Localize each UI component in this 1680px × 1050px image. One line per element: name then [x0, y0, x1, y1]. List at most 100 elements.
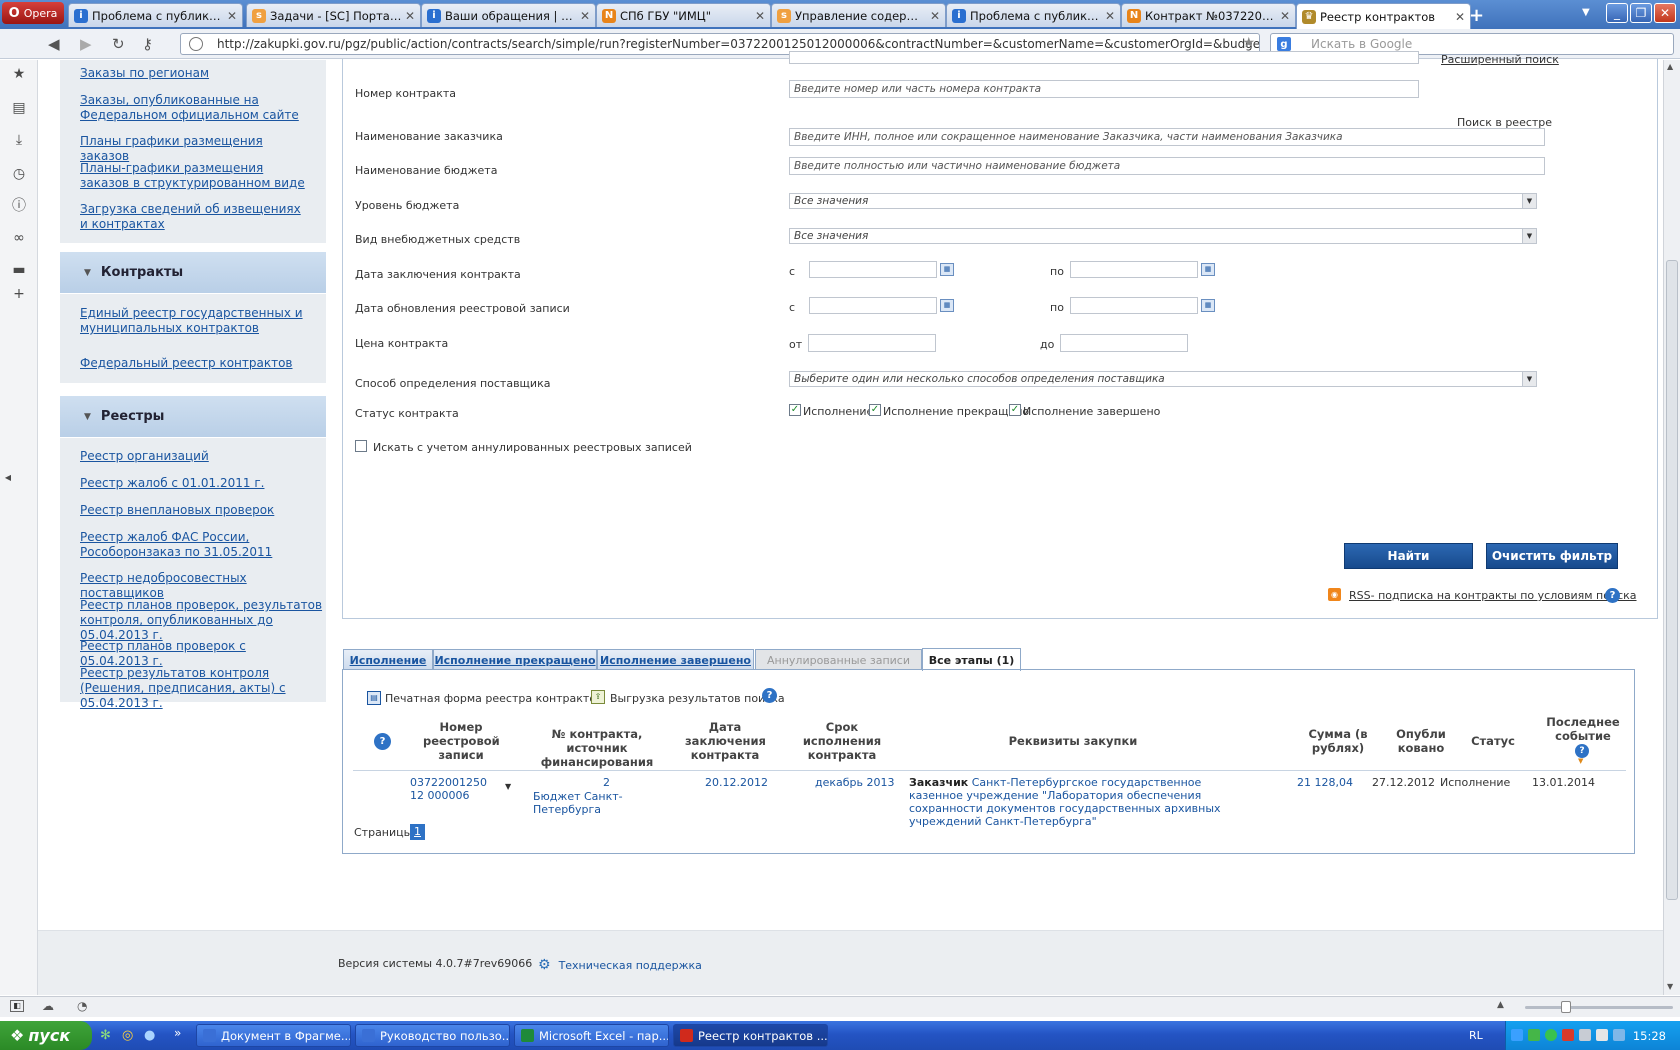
- tab-menu-icon[interactable]: ▼: [1582, 7, 1590, 18]
- zoom-slider[interactable]: [1525, 1006, 1673, 1009]
- price-to-input[interactable]: [1060, 334, 1188, 352]
- tech-support-link[interactable]: Техническая поддержка: [559, 959, 702, 972]
- row-funding-source[interactable]: Бюджет Санкт-Петербурга: [533, 790, 673, 816]
- tab-close-icon[interactable]: ✕: [930, 9, 940, 23]
- dropdown-arrow-icon[interactable]: ▼: [1522, 229, 1536, 243]
- contract-date-to-input[interactable]: [1070, 261, 1198, 278]
- start-button[interactable]: ❖ пуск: [0, 1021, 92, 1050]
- annulled-records-checkbox[interactable]: [355, 440, 367, 452]
- add-panel-icon[interactable]: +: [11, 286, 27, 302]
- supplier-method-select[interactable]: Выберите один или несколько способов опр…: [789, 371, 1537, 387]
- taskbar-task-button[interactable]: Документ в Фрагме...: [196, 1024, 351, 1047]
- downloads-icon[interactable]: ⤓: [11, 132, 27, 148]
- turbo-cloud-icon[interactable]: ☁: [42, 999, 54, 1013]
- info-icon[interactable]: ⓘ: [11, 198, 27, 214]
- col-header-status[interactable]: Статус: [1458, 734, 1528, 748]
- sidebar-link-unscheduled-checks[interactable]: Реестр внеплановых проверок: [60, 503, 294, 518]
- row-contract-date[interactable]: 20.12.2012: [705, 776, 768, 789]
- zoom-slider-handle[interactable]: [1561, 1001, 1571, 1013]
- quicklaunch-more-icon[interactable]: »: [174, 1026, 181, 1040]
- sidebar-link-upload-notices[interactable]: Загрузка сведений об извещениях и контра…: [60, 202, 326, 232]
- browser-tab[interactable]: ♛ Реестр контрактов ✕: [1296, 3, 1471, 29]
- language-indicator[interactable]: RL: [1469, 1029, 1483, 1042]
- panel-toggle-icon[interactable]: ◧: [10, 1000, 24, 1012]
- quicklaunch-app-icon[interactable]: ✻: [100, 1028, 111, 1043]
- sort-desc-icon[interactable]: ▼: [1578, 757, 1583, 765]
- calendar-icon[interactable]: ▦: [1201, 263, 1215, 276]
- bookmark-star-icon[interactable]: ★: [1242, 35, 1255, 51]
- chrome-icon[interactable]: ◎: [122, 1028, 133, 1043]
- update-date-from-input[interactable]: [809, 297, 937, 314]
- sidebar-link-inspection-plans-old[interactable]: Реестр планов проверок, результатов конт…: [60, 598, 326, 643]
- print-icon[interactable]: ▤: [367, 691, 381, 705]
- forward-icon[interactable]: ▶: [80, 35, 92, 53]
- sidebar-link-structured-plans[interactable]: Планы-графики размещения заказов в струк…: [60, 161, 326, 191]
- export-results-link[interactable]: Выгрузка результатов поиска: [610, 692, 785, 705]
- ie-icon[interactable]: ●: [144, 1028, 155, 1043]
- sidebar-link-orders-federal[interactable]: Заказы, опубликованные на Федеральном оф…: [60, 93, 326, 123]
- browser-tab[interactable]: i Ваши обращения | Help...✕: [421, 3, 596, 27]
- tray-antivirus-icon[interactable]: [1562, 1029, 1574, 1041]
- tab-execution-terminated[interactable]: Исполнение прекращено: [433, 649, 597, 670]
- tab-close-icon[interactable]: ✕: [405, 9, 415, 23]
- site-info-icon[interactable]: [189, 37, 203, 51]
- sidebar-contracts-header[interactable]: ▼ Контракты: [60, 252, 326, 294]
- budget-name-input[interactable]: Введите полностью или частично наименова…: [789, 157, 1545, 175]
- browser-tab[interactable]: i Проблема с публикацие...✕: [946, 3, 1121, 27]
- speed-dial-icon[interactable]: ◔: [77, 999, 87, 1013]
- tab-close-icon[interactable]: ✕: [1455, 10, 1465, 24]
- row-contract-number[interactable]: 2: [603, 776, 610, 789]
- row-expand-icon[interactable]: ▼: [505, 782, 511, 791]
- tab-all-stages[interactable]: Все этапы (1): [922, 648, 1021, 671]
- history-clock-icon[interactable]: ◷: [11, 166, 27, 182]
- browser-tab[interactable]: N СПб ГБУ "ИМЦ" ✕: [596, 3, 771, 27]
- row-execution-term[interactable]: декабрь 2013: [815, 776, 895, 789]
- links-icon[interactable]: ∞: [11, 230, 27, 246]
- customer-name-input[interactable]: Введите ИНН, полное или сокращенное наим…: [789, 128, 1545, 146]
- tech-support[interactable]: ⚙ Техническая поддержка: [538, 957, 702, 973]
- windows-icon[interactable]: ▬: [11, 262, 27, 278]
- status-terminated-checkbox[interactable]: ✓: [869, 404, 881, 416]
- tray-network-icon[interactable]: [1511, 1029, 1523, 1041]
- reload-icon[interactable]: ↻: [112, 35, 125, 53]
- scrollbar-thumb[interactable]: [1666, 260, 1678, 900]
- sidebar-link-schedule-plans[interactable]: Планы графики размещения заказов: [60, 134, 326, 164]
- column-help-icon[interactable]: ?: [374, 733, 391, 750]
- sidebar-link-control-results[interactable]: Реестр результатов контроля (Решения, пр…: [60, 666, 326, 711]
- sidebar-link-fas-complaints[interactable]: Реестр жалоб ФАС России, Рособоронзаказ …: [60, 530, 326, 560]
- sidebar-link-unfair-suppliers[interactable]: Реестр недобросовестных поставщиков: [60, 571, 326, 601]
- zoom-up-icon[interactable]: ▲: [1497, 1000, 1504, 1010]
- close-window-button[interactable]: ✕: [1654, 3, 1676, 23]
- panel-collapse-icon[interactable]: ◀: [0, 470, 16, 486]
- browser-tab[interactable]: s Задачи - [SC] Портал А...✕: [246, 3, 421, 27]
- sidebar-link-orders-regions[interactable]: Заказы по регионам: [60, 66, 229, 81]
- col-header-procurement-details[interactable]: Реквизиты закупки: [923, 734, 1223, 748]
- extended-search-link[interactable]: Расширенный поиск: [1441, 53, 1559, 66]
- calendar-icon[interactable]: ▦: [1201, 299, 1215, 312]
- tab-execution-completed[interactable]: Исполнение завершено: [597, 649, 754, 670]
- sidebar-link-organizations[interactable]: Реестр организаций: [60, 449, 229, 464]
- update-date-to-input[interactable]: [1070, 297, 1198, 314]
- sidebar-registries-header[interactable]: ▼ Реестры: [60, 396, 326, 438]
- vertical-scrollbar[interactable]: ▲ ▼: [1663, 60, 1680, 995]
- status-completed-checkbox[interactable]: ✓: [1009, 404, 1021, 416]
- col-header-execution-term[interactable]: Срок исполнения контракта: [797, 720, 887, 762]
- col-header-contract-date[interactable]: Дата заключения контракта: [685, 720, 766, 762]
- browser-tab[interactable]: i Проблема с публикацие...✕: [68, 3, 243, 27]
- col-header-published[interactable]: Опубли ковано: [1395, 727, 1447, 755]
- budget-level-select[interactable]: Все значения ▼: [789, 193, 1537, 209]
- price-from-input[interactable]: [808, 334, 936, 352]
- dropdown-arrow-icon[interactable]: ▼: [1522, 372, 1536, 386]
- help-icon[interactable]: ?: [1575, 744, 1589, 758]
- page-1-button[interactable]: 1: [410, 824, 425, 840]
- print-form-link[interactable]: Печатная форма реестра контрактов: [385, 692, 603, 705]
- tray-status-icon[interactable]: [1545, 1029, 1557, 1041]
- tray-display-icon[interactable]: [1579, 1029, 1591, 1041]
- taskbar-task-button[interactable]: Руководство пользо...: [355, 1024, 510, 1047]
- sidebar-link-unified-registry[interactable]: Единый реестр государственных и муниципа…: [60, 306, 326, 336]
- offbudget-select[interactable]: Все значения ▼: [789, 228, 1537, 244]
- sidebar-link-inspection-plans[interactable]: Реестр планов проверок с 05.04.2013 г.: [60, 639, 326, 669]
- sidebar-link-complaints[interactable]: Реестр жалоб с 01.01.2011 г.: [60, 476, 284, 491]
- col-header-last-event[interactable]: Последнее событие: [1533, 715, 1633, 743]
- clear-filter-button[interactable]: Очистить фильтр: [1486, 543, 1618, 569]
